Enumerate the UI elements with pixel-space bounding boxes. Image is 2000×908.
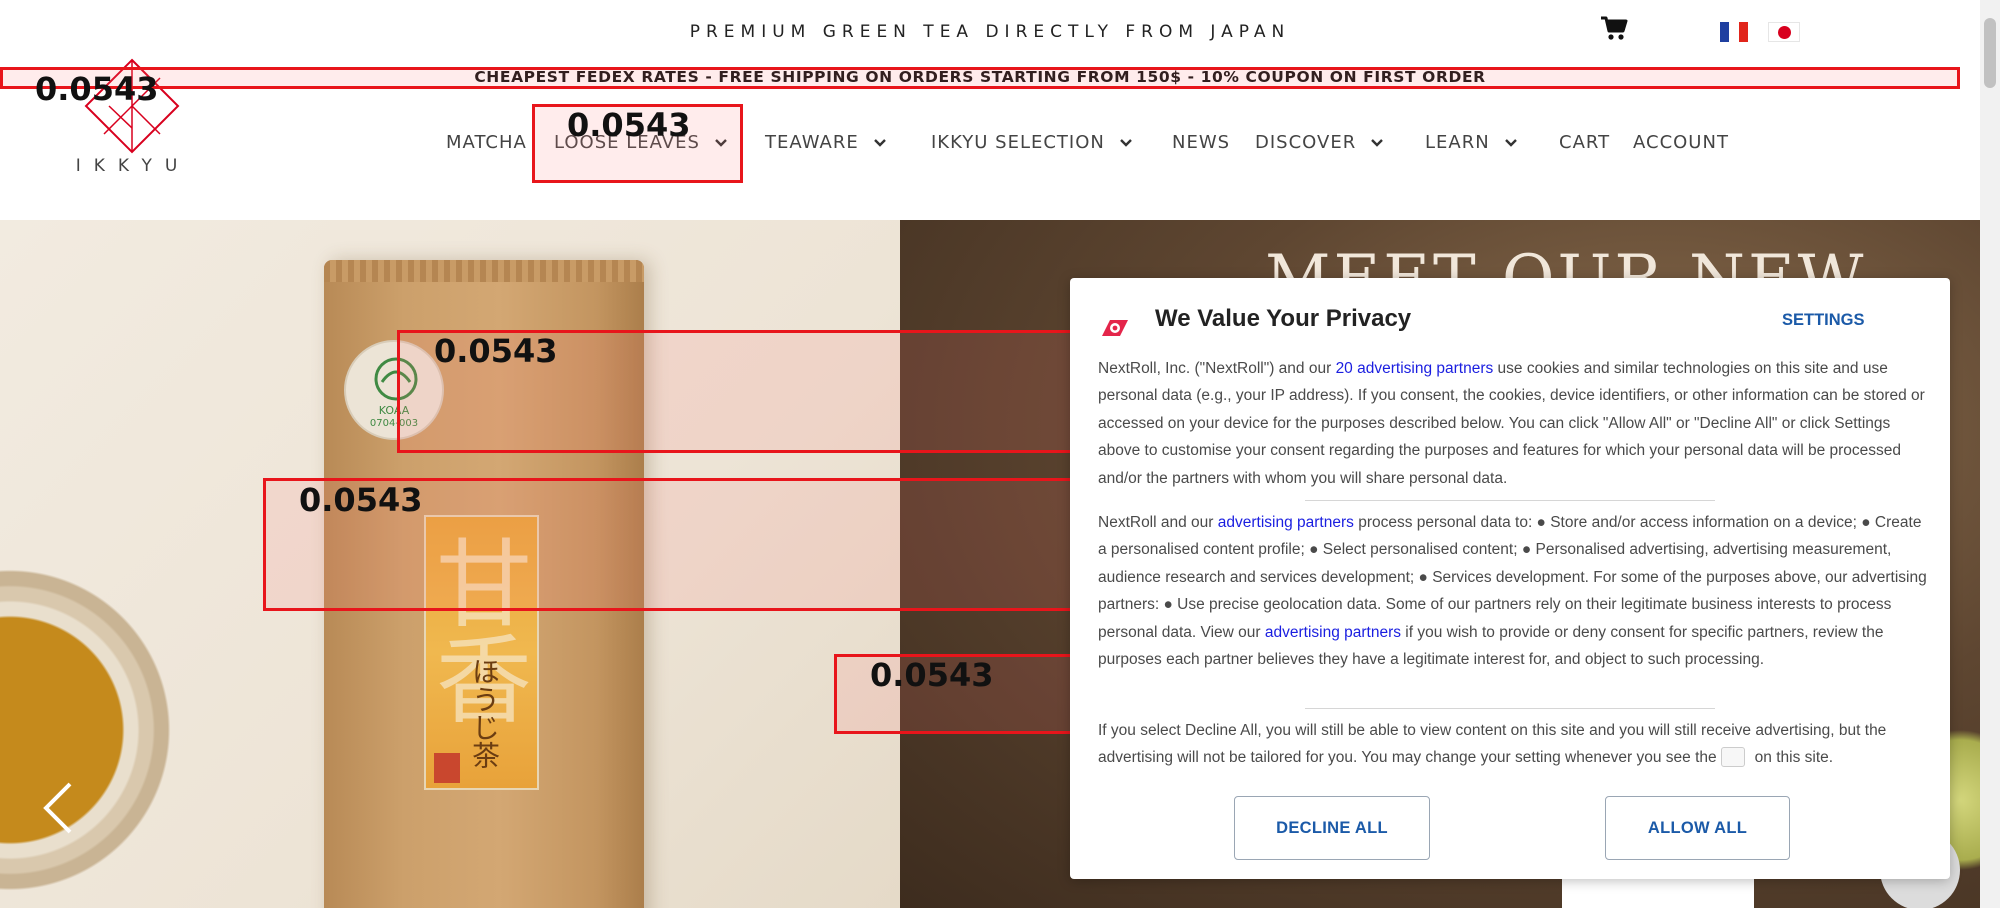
advertising-partners-link[interactable]: advertising partners: [1265, 624, 1401, 641]
scrollbar-thumb[interactable]: [1984, 18, 1996, 88]
para-text: process personal data to: ● Store and/or…: [1098, 514, 1927, 641]
nav-label: ACCOUNT: [1633, 132, 1729, 153]
nav-label: IKKYU SELECTION: [931, 132, 1105, 153]
nav-item-matcha[interactable]: MATCHA: [446, 132, 527, 153]
dialog-title: We Value Your Privacy: [1155, 305, 1412, 332]
detection-score: 0.0543: [299, 481, 423, 519]
label-subtitle: ほうじ茶: [468, 657, 501, 769]
nextroll-settings-icon: [1720, 747, 1745, 768]
french-flag-icon[interactable]: [1720, 22, 1748, 42]
nav-label: DISCOVER: [1255, 132, 1357, 153]
label-stamp: [434, 753, 460, 783]
settings-button[interactable]: SETTINGS: [1782, 311, 1865, 330]
para-text: use cookies and similar technologies on …: [1098, 360, 1925, 487]
nav-item-learn[interactable]: LEARN: [1425, 132, 1518, 153]
nav-item-ikkyu-selection[interactable]: IKKYU SELECTION: [931, 132, 1133, 153]
teacup-image: [0, 550, 190, 908]
nav-item-cart[interactable]: CART: [1559, 132, 1610, 153]
advertising-partners-link[interactable]: advertising partners: [1218, 514, 1354, 531]
nav-item-news[interactable]: NEWS: [1172, 132, 1230, 153]
chevron-left-icon[interactable]: [40, 780, 76, 836]
nav-label: CART: [1559, 132, 1611, 153]
detection-score: 0.0543: [434, 332, 558, 370]
top-bar: PREMIUM GREEN TEA DIRECTLY FROM JAPAN: [0, 0, 1980, 62]
detection-box: [0, 67, 1960, 89]
detection-score: 0.0543: [567, 106, 691, 144]
bag-seal-strip: [324, 260, 644, 282]
consent-paragraph-1: NextRoll, Inc. ("NextRoll") and our 20 a…: [1098, 355, 1928, 492]
logo-text: IKKYU: [75, 156, 191, 176]
para-text: NextRoll and our: [1098, 514, 1218, 531]
privacy-dialog: We Value Your Privacy SETTINGS NextRoll,…: [1070, 278, 1950, 879]
tagline: PREMIUM GREEN TEA DIRECTLY FROM JAPAN: [689, 22, 1291, 42]
japanese-flag-icon[interactable]: [1768, 22, 1800, 42]
consent-paragraph-2: NextRoll and our advertising partners pr…: [1098, 509, 1928, 673]
chevron-down-icon: [1504, 138, 1517, 147]
nav-item-account[interactable]: ACCOUNT: [1633, 132, 1729, 153]
nav-item-discover[interactable]: DISCOVER: [1255, 132, 1384, 153]
chevron-down-icon: [1120, 138, 1132, 147]
divider: [1305, 500, 1715, 501]
advertising-partners-link[interactable]: 20 advertising partners: [1336, 360, 1494, 377]
allow-all-button[interactable]: ALLOW ALL: [1605, 796, 1790, 860]
scrollbar-track[interactable]: [1980, 0, 2000, 908]
nav-label: NEWS: [1172, 132, 1231, 153]
para-text: NextRoll, Inc. ("NextRoll") and our: [1098, 360, 1336, 377]
nav-label: MATCHA: [446, 132, 527, 153]
detection-score: 0.0543: [870, 656, 994, 694]
chevron-down-icon: [873, 138, 886, 147]
nav-label: LEARN: [1425, 132, 1490, 153]
cart-icon[interactable]: [1600, 15, 1628, 41]
nextroll-logo-icon: [1102, 320, 1128, 336]
decline-all-button[interactable]: DECLINE ALL: [1234, 796, 1430, 860]
consent-paragraph-3: If you select Decline All, you will stil…: [1098, 717, 1928, 772]
para-text: on this site.: [1754, 749, 1834, 767]
chevron-down-icon: [1371, 138, 1384, 147]
nav-label: TEAWARE: [765, 132, 859, 153]
nav-item-teaware[interactable]: TEAWARE: [765, 132, 887, 153]
divider: [1305, 708, 1715, 709]
detection-score: 0.0543: [35, 70, 159, 108]
main-nav: MATCHA LOOSE LEAVES TEAWARE IKKYU SELECT…: [0, 132, 1980, 158]
